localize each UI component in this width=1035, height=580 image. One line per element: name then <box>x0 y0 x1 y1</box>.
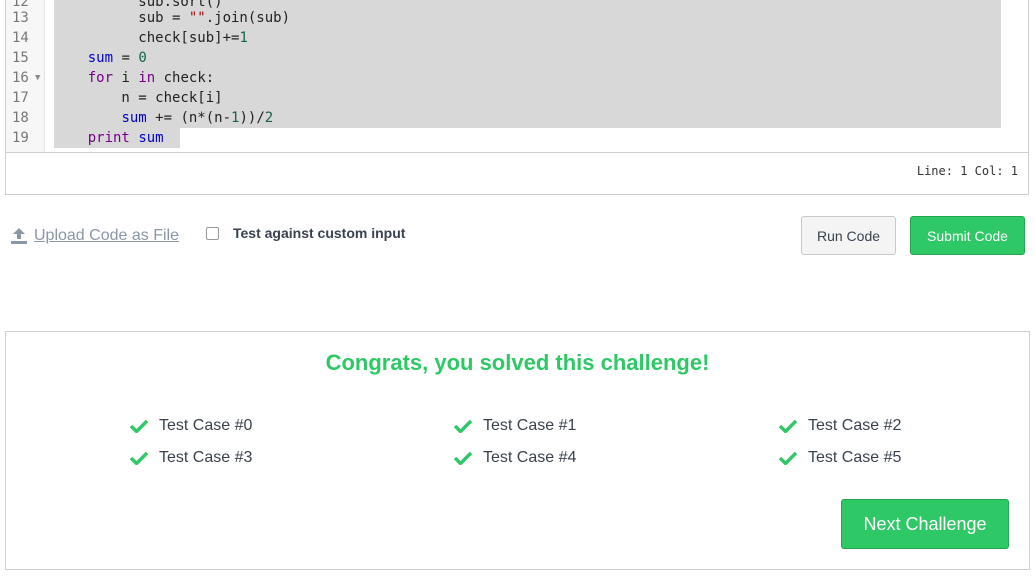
code-text: sum = 0 <box>87 50 147 66</box>
check-icon <box>779 419 797 433</box>
code-text: sum += (n*(n-1))/2 <box>121 110 274 126</box>
code-line[interactable]: 19 print sum <box>6 128 1028 148</box>
check-icon <box>130 451 148 465</box>
line-number: 17 <box>12 90 29 106</box>
line-number: 18 <box>12 110 29 126</box>
code-line[interactable]: 14 check[sub]+=1 <box>6 28 1028 48</box>
success-message: Congrats, you solved this challenge! <box>325 350 710 375</box>
code-line[interactable]: 16 ▼ for i in check: <box>6 68 1028 88</box>
code-text: check[sub]+=1 <box>54 30 248 46</box>
test-case-item[interactable]: Test Case #5 <box>779 449 901 467</box>
test-case-label: Test Case #5 <box>808 449 902 466</box>
check-icon <box>454 419 472 433</box>
test-case-label: Test Case #0 <box>159 417 253 434</box>
test-case-label: Test Case #3 <box>159 449 253 466</box>
custom-input-option[interactable]: Test against custom input <box>206 225 405 241</box>
code-line[interactable]: 17 n = check[i] <box>6 88 1028 108</box>
custom-input-label[interactable]: Test against custom input <box>233 225 405 241</box>
code-text: sub = "".join(sub) <box>54 10 291 26</box>
fold-arrow-icon[interactable]: ▼ <box>35 68 40 88</box>
line-number: 16 <box>12 70 29 86</box>
line-number: 15 <box>12 50 29 66</box>
test-case-item[interactable]: Test Case #1 <box>454 417 576 435</box>
test-case-item[interactable]: Test Case #4 <box>454 449 576 467</box>
submit-code-button[interactable]: Submit Code <box>910 216 1025 255</box>
check-icon <box>130 419 148 433</box>
check-icon <box>779 451 797 465</box>
test-case-label: Test Case #2 <box>808 417 902 434</box>
code-line[interactable]: 18 sum += (n*(n-1))/2 <box>6 108 1028 128</box>
code-text: print sum <box>87 130 164 146</box>
next-challenge-button[interactable]: Next Challenge <box>841 499 1009 549</box>
code-area[interactable]: 12 sub.sort() 13 sub = "".join(sub) 14 c… <box>6 0 1028 153</box>
code-text: n = check[i] <box>54 90 223 106</box>
upload-code-link[interactable]: Upload Code as File <box>10 227 179 245</box>
test-case-label: Test Case #4 <box>483 449 577 466</box>
test-case-label: Test Case #1 <box>483 417 577 434</box>
cursor-position-status: Line: 1 Col: 1 <box>916 164 1018 178</box>
upload-code-label[interactable]: Upload Code as File <box>34 227 179 245</box>
line-number: 13 <box>12 10 29 26</box>
code-line[interactable]: 13 sub = "".join(sub) <box>6 8 1028 28</box>
upload-icon <box>11 228 27 244</box>
check-icon <box>454 451 472 465</box>
test-case-item[interactable]: Test Case #0 <box>130 417 252 435</box>
run-code-button[interactable]: Run Code <box>801 216 896 255</box>
code-text: for i in check: <box>87 70 215 86</box>
code-editor[interactable]: 12 sub.sort() 13 sub = "".join(sub) 14 c… <box>5 0 1029 195</box>
test-case-item[interactable]: Test Case #2 <box>779 417 901 435</box>
line-number: 14 <box>12 30 29 46</box>
selection-highlight <box>54 48 1001 68</box>
result-panel: Congrats, you solved this challenge! Tes… <box>5 331 1030 570</box>
code-line[interactable]: 15 sum = 0 <box>6 48 1028 68</box>
line-number: 19 <box>12 130 29 146</box>
test-case-item[interactable]: Test Case #3 <box>130 449 252 467</box>
custom-input-checkbox[interactable] <box>206 226 219 240</box>
